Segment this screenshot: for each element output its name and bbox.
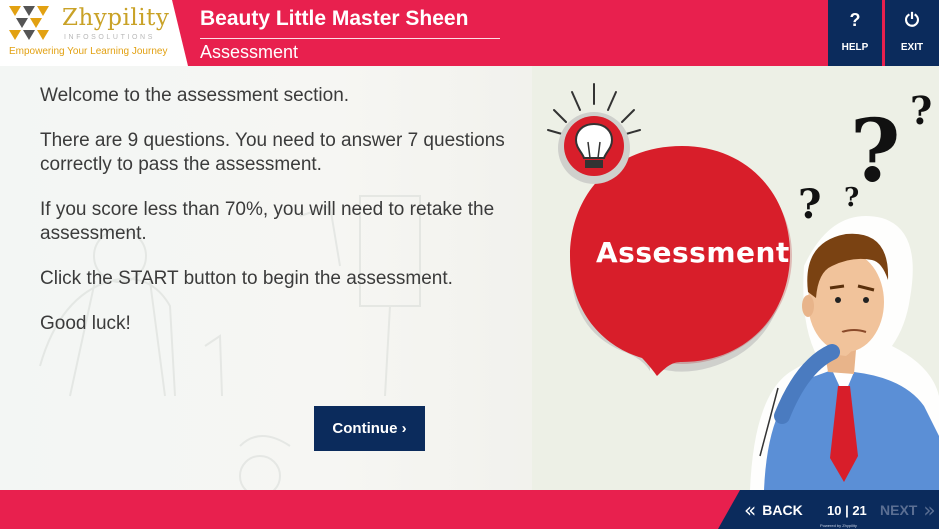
svg-text:?: ? — [910, 88, 932, 133]
exit-label: EXIT — [900, 42, 924, 53]
instruction-paragraph: If you score less than 70%, you will nee… — [40, 199, 495, 244]
svg-text:?: ? — [798, 181, 821, 228]
content-area: Welcome to the assessment section. There… — [0, 66, 939, 490]
double-chevron-left-icon: « — [744, 497, 757, 522]
section-title: Assessment — [200, 42, 299, 62]
lightbulb-icon — [558, 112, 630, 184]
back-button[interactable]: « BACK — [744, 490, 803, 529]
power-icon: ⏻ — [904, 10, 920, 30]
back-label: BACK — [762, 501, 803, 518]
instruction-paragraph: There are 9 questions. You need to answe… — [40, 130, 505, 175]
help-icon: ? — [849, 10, 861, 30]
page-counter: 10 | 21 — [827, 503, 867, 518]
continue-button[interactable]: Continue › — [314, 406, 425, 451]
help-button[interactable]: ? HELP — [826, 0, 882, 66]
help-label: HELP — [841, 42, 869, 53]
svg-text:?: ? — [844, 183, 859, 213]
powered-by-text: Powered by Zhypility — [820, 523, 857, 528]
brand-tagline: Empowering Your Learning Journey — [9, 46, 168, 57]
assessment-illustration: ? ? ? ? — [547, 83, 939, 490]
top-bar: Zhypility INFOSOLUTIONS Empowering Your … — [0, 0, 939, 66]
question-marks-icon: ? ? ? ? — [798, 88, 932, 228]
brand-name: Zhypility — [62, 5, 170, 31]
course-title: Beauty Little Master Sheen — [200, 7, 469, 30]
exit-button[interactable]: ⏻ EXIT — [883, 0, 939, 66]
instruction-paragraph: Welcome to the assessment section. — [40, 85, 350, 106]
title-divider — [200, 38, 500, 39]
instruction-paragraph: Good luck! — [40, 313, 131, 334]
bubble-heading: Assessment — [596, 236, 790, 269]
next-button[interactable]: NEXT » — [880, 490, 936, 529]
assessment-instructions: Welcome to the assessment section. There… — [40, 84, 520, 357]
brand-logo: Zhypility INFOSOLUTIONS Empowering Your … — [0, 0, 188, 66]
zhypility-logo-icon — [9, 6, 49, 40]
next-label: NEXT — [880, 501, 918, 518]
instruction-paragraph: Click the START button to begin the asse… — [40, 268, 453, 289]
double-chevron-right-icon: » — [923, 497, 936, 522]
brand-subtitle: INFOSOLUTIONS — [64, 34, 155, 41]
